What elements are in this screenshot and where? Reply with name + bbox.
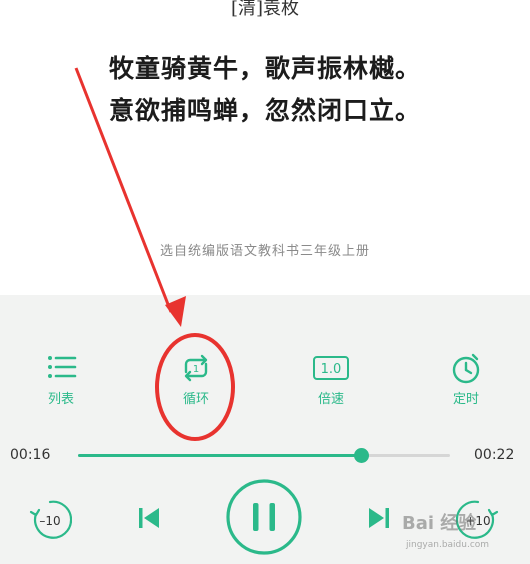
- speed-icon: 1.0: [313, 356, 349, 380]
- repeat-badge: 1: [193, 364, 199, 375]
- progress-slider[interactable]: [78, 448, 450, 463]
- poem-content: [清]袁枚 牧童骑黄牛，歌声振林樾。 意欲捕鸣蝉，忽然闭口立。 选自统编版语文教…: [0, 0, 530, 295]
- skip-back-label: –10: [39, 514, 60, 528]
- poem-source: 选自统编版语文教科书三年级上册: [159, 244, 370, 259]
- list-icon: [48, 356, 77, 378]
- list-label: 列表: [47, 392, 74, 407]
- previous-button[interactable]: [134, 501, 164, 535]
- progress-fill: [78, 454, 361, 457]
- timer-button[interactable]: 定时: [431, 352, 501, 412]
- watermark-url: jingyan.baidu.com: [405, 540, 489, 550]
- poem-line: 牧童骑黄牛，歌声振林樾。: [108, 54, 421, 83]
- total-time: 00:22: [474, 447, 515, 463]
- loop-button[interactable]: 1 循环: [161, 352, 231, 412]
- pause-button[interactable]: [225, 478, 303, 556]
- poem-author: [清]袁枚: [230, 0, 300, 19]
- pause-icon: [253, 503, 259, 531]
- previous-icon: [139, 508, 143, 528]
- list-button[interactable]: 列表: [26, 352, 96, 412]
- progress-thumb[interactable]: [353, 448, 369, 463]
- speed-button[interactable]: 1.0 倍速: [296, 352, 366, 412]
- poem-line: 意欲捕鸣蝉，忽然闭口立。: [108, 96, 421, 125]
- speed-value: 1.0: [321, 362, 342, 377]
- skip-back-10-button[interactable]: –10: [28, 498, 72, 542]
- repeat-one-icon: 1: [184, 354, 208, 382]
- watermark-brand: Bai 经验: [402, 512, 477, 534]
- next-button[interactable]: [364, 501, 394, 535]
- loop-label: 循环: [182, 392, 209, 407]
- current-time: 00:16: [10, 447, 51, 463]
- speed-label: 倍速: [317, 392, 344, 407]
- timer-label: 定时: [452, 392, 479, 407]
- timer-icon: [452, 353, 480, 384]
- next-icon: [369, 508, 384, 528]
- baidu-jingyan-watermark: Bai 经验 jingyan.baidu.com: [402, 512, 489, 550]
